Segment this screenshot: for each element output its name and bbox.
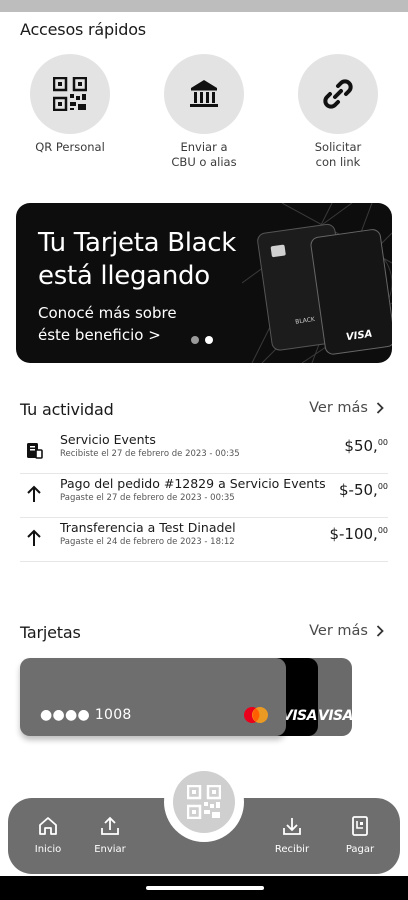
arrow-up-icon xyxy=(27,529,41,546)
qr-personal-circle xyxy=(30,54,110,134)
send-cbu-circle xyxy=(164,54,244,134)
transaction-title: Servicio Events xyxy=(60,432,156,447)
card-number: ●●●● 1008 xyxy=(40,707,132,723)
home-indicator[interactable] xyxy=(146,886,264,890)
request-link-circle xyxy=(298,54,378,134)
send-icon xyxy=(101,816,119,835)
banner-sub-line1: Conocé más sobre xyxy=(38,304,177,322)
black-card-illustration: BLACK VISA xyxy=(242,203,392,363)
send-cbu-button[interactable]: Enviar a CBU o alias xyxy=(154,54,254,170)
transaction-date: Recibiste el 27 de febrero de 2023 - 00:… xyxy=(60,449,240,459)
status-bar xyxy=(0,0,408,12)
black-card-banner[interactable]: BLACK VISA Tu Tarjeta Black está llegand… xyxy=(16,203,392,363)
activity-see-more-label: Ver más xyxy=(309,400,368,416)
chevron-right-icon xyxy=(376,625,384,637)
cards-title: Tarjetas xyxy=(20,623,81,642)
transaction-date: Pagaste el 27 de febrero de 2023 - 00:35 xyxy=(60,493,235,503)
home-icon xyxy=(39,817,57,835)
banner-subtitle[interactable]: Conocé más sobre éste beneficio > xyxy=(38,302,177,346)
nav-receive[interactable]: Recibir xyxy=(262,815,322,855)
transaction-title: Transferencia a Test Dinadel xyxy=(60,520,236,535)
banner-title: Tu Tarjeta Black está llegando xyxy=(38,227,236,293)
cards-see-more-link[interactable]: Ver más xyxy=(309,623,384,639)
activity-see-more-link[interactable]: Ver más xyxy=(309,400,384,416)
receipt-icon xyxy=(27,443,43,459)
link-icon xyxy=(323,79,353,109)
qr-scan-button[interactable] xyxy=(173,771,235,833)
nav-pay[interactable]: Pagar xyxy=(330,815,390,855)
nav-home[interactable]: Inicio xyxy=(18,815,78,855)
transaction-amount: $-50,00 xyxy=(339,481,388,499)
transaction-title: Pago del pedido #12829 a Servicio Events xyxy=(60,476,326,491)
card-brand-label: VISA xyxy=(318,708,353,724)
chevron-right-icon xyxy=(376,402,384,414)
banner-sub-line2: éste beneficio > xyxy=(38,326,161,344)
qr-personal-button[interactable]: QR Personal xyxy=(20,54,120,155)
carousel-dot-active[interactable] xyxy=(205,336,213,344)
nav-send[interactable]: Enviar xyxy=(80,815,140,855)
arrow-up-icon xyxy=(27,485,41,502)
carousel-dots xyxy=(191,336,213,344)
nav-home-label: Inicio xyxy=(34,844,62,855)
transaction-amount: $-100,00 xyxy=(329,525,388,543)
quick-access-title: Accesos rápidos xyxy=(20,20,146,39)
qr-code-icon xyxy=(187,785,221,819)
transaction-date: Pagaste el 24 de febrero de 2023 - 18:12 xyxy=(60,537,235,547)
qr-personal-label: QR Personal xyxy=(35,140,105,154)
cards-see-more-label: Ver más xyxy=(309,623,368,639)
send-cbu-label: Enviar a CBU o alias xyxy=(171,140,237,169)
transaction-amount: $50,00 xyxy=(344,437,388,455)
card-brand-label: VISA xyxy=(282,708,317,724)
bank-icon xyxy=(190,80,218,107)
mastercard-icon xyxy=(244,707,268,723)
activity-title: Tu actividad xyxy=(20,400,114,419)
nav-receive-label: Recibir xyxy=(274,844,310,855)
nav-send-label: Enviar xyxy=(94,844,126,855)
transaction-row[interactable]: Servicio Events Recibiste el 27 de febre… xyxy=(20,430,388,474)
carousel-dot[interactable] xyxy=(191,336,199,344)
banner-title-line2: está llegando xyxy=(38,261,210,291)
qr-code-icon xyxy=(53,77,87,111)
card-front[interactable]: ●●●● 1008 xyxy=(20,658,286,736)
request-link-label: Solicitar con link xyxy=(314,140,362,169)
pay-icon xyxy=(352,816,368,836)
receive-icon xyxy=(283,818,301,835)
request-link-button[interactable]: Solicitar con link xyxy=(288,54,388,170)
banner-title-line1: Tu Tarjeta Black xyxy=(38,228,237,258)
transaction-row[interactable]: Transferencia a Test Dinadel Pagaste el … xyxy=(20,518,388,562)
nav-pay-label: Pagar xyxy=(345,844,375,855)
transaction-row[interactable]: Pago del pedido #12829 a Servicio Events… xyxy=(20,474,388,518)
